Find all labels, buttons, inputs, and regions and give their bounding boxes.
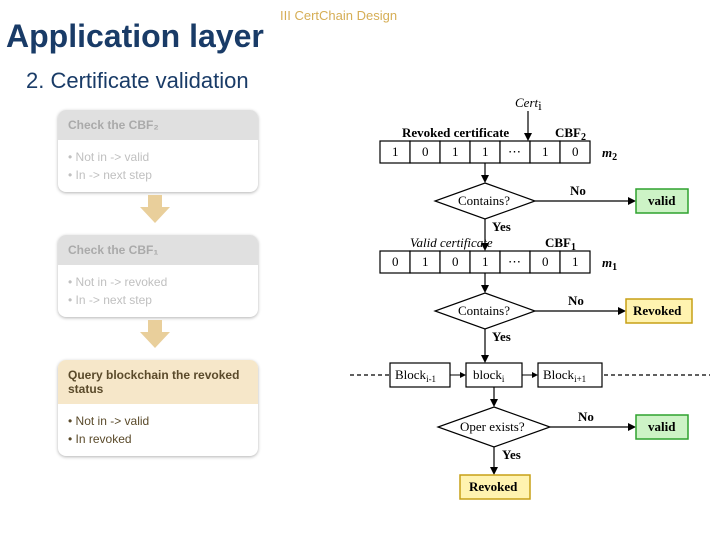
m2-label: m2: [602, 145, 617, 163]
step-body: • Not in -> revoked • In -> next step: [58, 265, 258, 317]
row1-label: Revoked certificate: [402, 125, 509, 140]
svg-text:0: 0: [572, 144, 579, 159]
section-title: 2. Certificate validation: [26, 68, 249, 94]
svg-text:1: 1: [422, 254, 429, 269]
chapter-label: III CertChain Design: [280, 8, 397, 23]
svg-text:⋯: ⋯: [508, 254, 521, 269]
cbf2-label: CBF2: [555, 125, 586, 143]
svg-text:Yes: Yes: [502, 447, 521, 462]
page-title: Application layer: [6, 18, 264, 55]
svg-text:Revoked: Revoked: [469, 479, 518, 494]
row2-label: Valid certificate: [410, 235, 493, 250]
step-body: • Not in -> valid • In revoked: [58, 404, 258, 456]
step-card-1: Check the CBF₂ • Not in -> valid • In ->…: [58, 110, 258, 192]
svg-text:Yes: Yes: [492, 329, 511, 344]
step-title: Query blockchain the revoked status: [58, 360, 258, 404]
svg-text:1: 1: [392, 144, 399, 159]
svg-text:valid: valid: [648, 193, 676, 208]
svg-text:0: 0: [422, 144, 429, 159]
svg-text:1: 1: [482, 144, 489, 159]
svg-text:1: 1: [482, 254, 489, 269]
blockchain-row: Blocki-1 blocki Blocki+1: [390, 363, 602, 387]
svg-text:Yes: Yes: [492, 219, 511, 234]
m1-label: m1: [602, 255, 617, 273]
svg-text:No: No: [578, 409, 594, 424]
svg-text:Contains?: Contains?: [458, 303, 510, 318]
down-arrow-icon: [140, 195, 170, 225]
step-body: • Not in -> valid • In -> next step: [58, 140, 258, 192]
validation-diagram: Certi Revoked certificate CBF2 1 0 1 1 ⋯…: [350, 95, 710, 525]
svg-text:1: 1: [452, 144, 459, 159]
svg-text:0: 0: [392, 254, 399, 269]
down-arrow-icon: [140, 320, 170, 350]
svg-text:blocki: blocki: [473, 367, 505, 384]
bit-row-2: 0 1 0 1 ⋯ 0 1: [380, 251, 590, 273]
step-card-3: Query blockchain the revoked status • No…: [58, 360, 258, 456]
svg-text:valid: valid: [648, 419, 676, 434]
step-title: Check the CBF₁: [58, 235, 258, 265]
svg-text:Revoked: Revoked: [633, 303, 682, 318]
svg-text:0: 0: [542, 254, 549, 269]
cert-label: Certi: [515, 95, 542, 113]
svg-text:Oper exists?: Oper exists?: [460, 419, 525, 434]
step-title: Check the CBF₂: [58, 110, 258, 140]
svg-text:⋯: ⋯: [508, 144, 521, 159]
cbf1-label: CBF1: [545, 235, 576, 253]
bit-row-1: 1 0 1 1 ⋯ 1 0: [380, 141, 590, 163]
svg-text:No: No: [570, 183, 586, 198]
svg-text:0: 0: [452, 254, 459, 269]
svg-text:Contains?: Contains?: [458, 193, 510, 208]
svg-text:No: No: [568, 293, 584, 308]
svg-text:1: 1: [542, 144, 549, 159]
svg-text:1: 1: [572, 254, 579, 269]
step-card-2: Check the CBF₁ • Not in -> revoked • In …: [58, 235, 258, 317]
